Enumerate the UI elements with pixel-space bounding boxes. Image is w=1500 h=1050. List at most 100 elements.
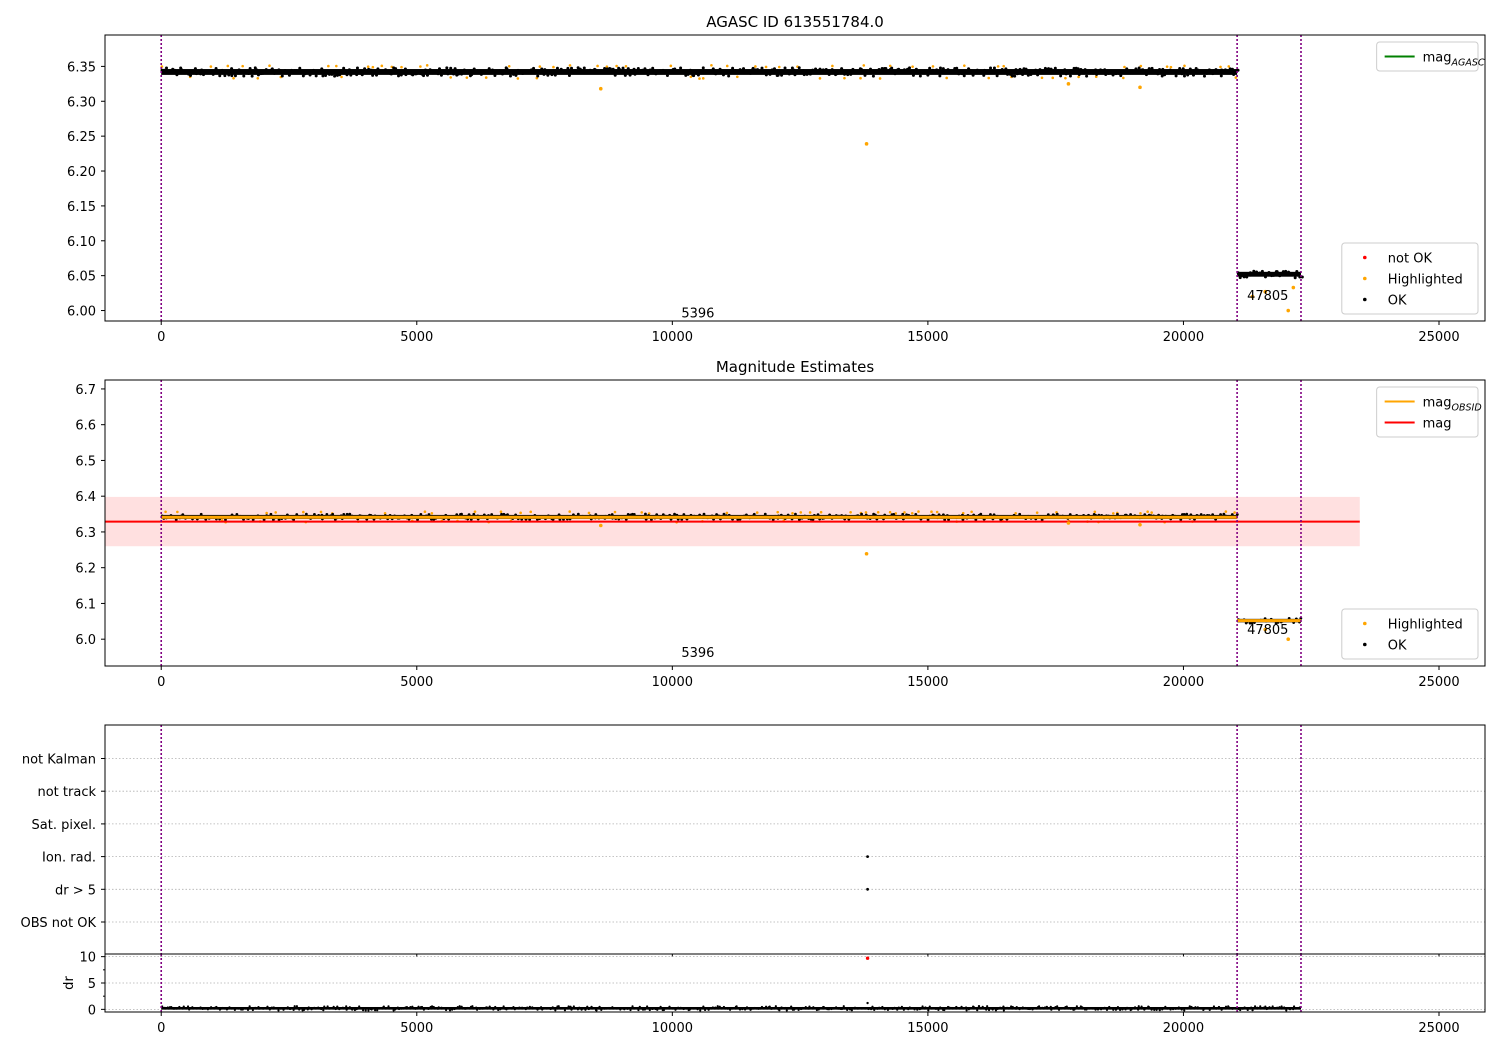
dr-ok-point — [417, 1005, 420, 1008]
agasc-ok-point — [184, 69, 188, 73]
magnitude-highlighted-outlier — [864, 551, 869, 556]
dr-ok-point — [662, 1008, 666, 1012]
dr-ok-point — [561, 1007, 564, 1010]
agasc-ok-point — [441, 70, 445, 74]
agasc-highlighted-point — [232, 76, 235, 80]
magnitude-highlighted-point — [499, 510, 503, 514]
agasc-ok-point — [1041, 69, 1045, 73]
flags-category-label: not Kalman — [22, 753, 96, 768]
dr-ok-point — [760, 1005, 764, 1009]
magnitude-ok-point — [455, 513, 459, 517]
dr-ok-point — [939, 1006, 942, 1009]
dr-ok-point — [600, 1008, 603, 1012]
dr-ok-point — [293, 1005, 296, 1008]
dr-ok-point — [370, 1008, 373, 1011]
agasc-x-tick-label: 10000 — [652, 330, 693, 345]
agasc-y-tick-label: 6.05 — [67, 270, 96, 285]
dr-ok-point — [1224, 1005, 1228, 1008]
dr-ok-point — [1278, 1006, 1281, 1009]
agasc-ok-point — [250, 74, 254, 78]
dr-ok-point — [1153, 1008, 1156, 1011]
agasc-highlighted-point — [465, 76, 469, 79]
dr-ok-point — [979, 1007, 982, 1010]
dr-ok-point — [536, 1008, 539, 1011]
dr-ok-point — [702, 1005, 705, 1008]
dr-ok-point — [858, 1007, 861, 1010]
dr-ok-point — [842, 1005, 845, 1008]
dr-ok-point — [251, 1008, 254, 1012]
agasc-highlighted-point — [366, 65, 370, 69]
agasc-ok-point — [355, 66, 359, 70]
dr-ok-point — [1161, 1008, 1164, 1011]
dr-ok-point — [485, 1006, 488, 1009]
agasc-ok-point — [1059, 74, 1063, 78]
agasc-x-tick-label: 20000 — [1163, 330, 1204, 345]
agasc-ok-point — [762, 70, 766, 74]
agasc-ok-point — [1245, 275, 1249, 279]
dr-ok-point — [778, 1009, 781, 1012]
agasc-ok-point — [314, 74, 318, 78]
agasc-ok-point — [1181, 67, 1185, 71]
agasc-ok-point — [189, 73, 193, 77]
magnitude-highlighted-point — [274, 511, 277, 514]
dr-ok-point — [878, 1006, 881, 1009]
agasc-ok-point — [399, 73, 403, 77]
dr-ok-point — [745, 1006, 749, 1009]
magnitude-y-tick-label: 6.1 — [75, 597, 96, 612]
agasc-highlighted-point — [552, 65, 555, 69]
dr-ok-point — [557, 1005, 560, 1008]
agasc-ok-point — [305, 69, 309, 73]
dr-ok-point — [288, 1007, 292, 1011]
dr-ok-point — [1114, 1008, 1118, 1011]
agasc-ok-point — [967, 68, 971, 72]
agasc-ok-point — [962, 74, 966, 78]
agasc-ok-point — [932, 70, 936, 74]
agasc-ok-point — [628, 73, 632, 77]
dr-x-tick-label: 15000 — [907, 1021, 948, 1036]
magnitude-highlighted-point — [176, 510, 179, 514]
dr-ok-point — [764, 1005, 768, 1008]
dr-ok-point — [1116, 1005, 1120, 1009]
agasc-ok-point — [821, 68, 825, 72]
dr-ok-point — [1099, 1008, 1103, 1011]
dr-ok-point — [569, 1005, 572, 1008]
agasc-ok-point — [1278, 274, 1282, 278]
agasc-highlighted-point — [1002, 64, 1005, 68]
agasc-ok-point — [982, 73, 986, 77]
dr-ok-point — [320, 1007, 323, 1011]
agasc-ok-point — [1198, 70, 1202, 74]
magnitude-obsid-label: 5396 — [681, 646, 714, 661]
agasc-ok-point — [164, 66, 168, 70]
agasc-y-tick-label: 6.20 — [67, 165, 96, 180]
agasc-ok-point — [308, 73, 312, 77]
agasc-ok-point — [996, 72, 1000, 76]
dr-ok-point — [203, 1007, 207, 1010]
dr-ok-point — [1075, 1005, 1078, 1008]
magnitude-highlighted-outlier — [598, 523, 603, 528]
agasc-ok-point — [360, 73, 364, 77]
agasc-ok-point — [1026, 73, 1030, 77]
dr-ok-point — [460, 1005, 463, 1008]
agasc-ok-point — [553, 73, 557, 77]
agasc-ok-point — [824, 67, 828, 71]
agasc-ok-point — [611, 67, 615, 71]
magnitude-y-tick-label: 6.2 — [75, 562, 96, 577]
dr-ok-point — [444, 1008, 448, 1012]
agasc-highlighted-point — [1169, 65, 1173, 69]
agasc-ok-point — [798, 70, 802, 74]
dr-ok-point — [355, 1008, 358, 1011]
dr-ok-point — [1041, 1006, 1044, 1009]
agasc-ok-point — [1121, 70, 1125, 74]
dr-ok-point — [218, 1008, 222, 1011]
dr-ok-point — [1177, 1006, 1180, 1009]
agasc-ok-point — [1174, 74, 1178, 78]
dr-ok-point — [790, 1005, 793, 1008]
dr-ok-point — [1031, 1008, 1034, 1011]
agasc-ok-point — [470, 73, 474, 77]
agasc-legend-dot-swatch — [1363, 276, 1367, 281]
agasc-ok-point — [1053, 66, 1057, 70]
magnitude-ok-point — [576, 512, 580, 516]
dr-ok-point — [674, 1008, 677, 1011]
dr-ok-point — [613, 1007, 616, 1010]
magnitude-y-tick-label: 6.5 — [75, 454, 96, 469]
